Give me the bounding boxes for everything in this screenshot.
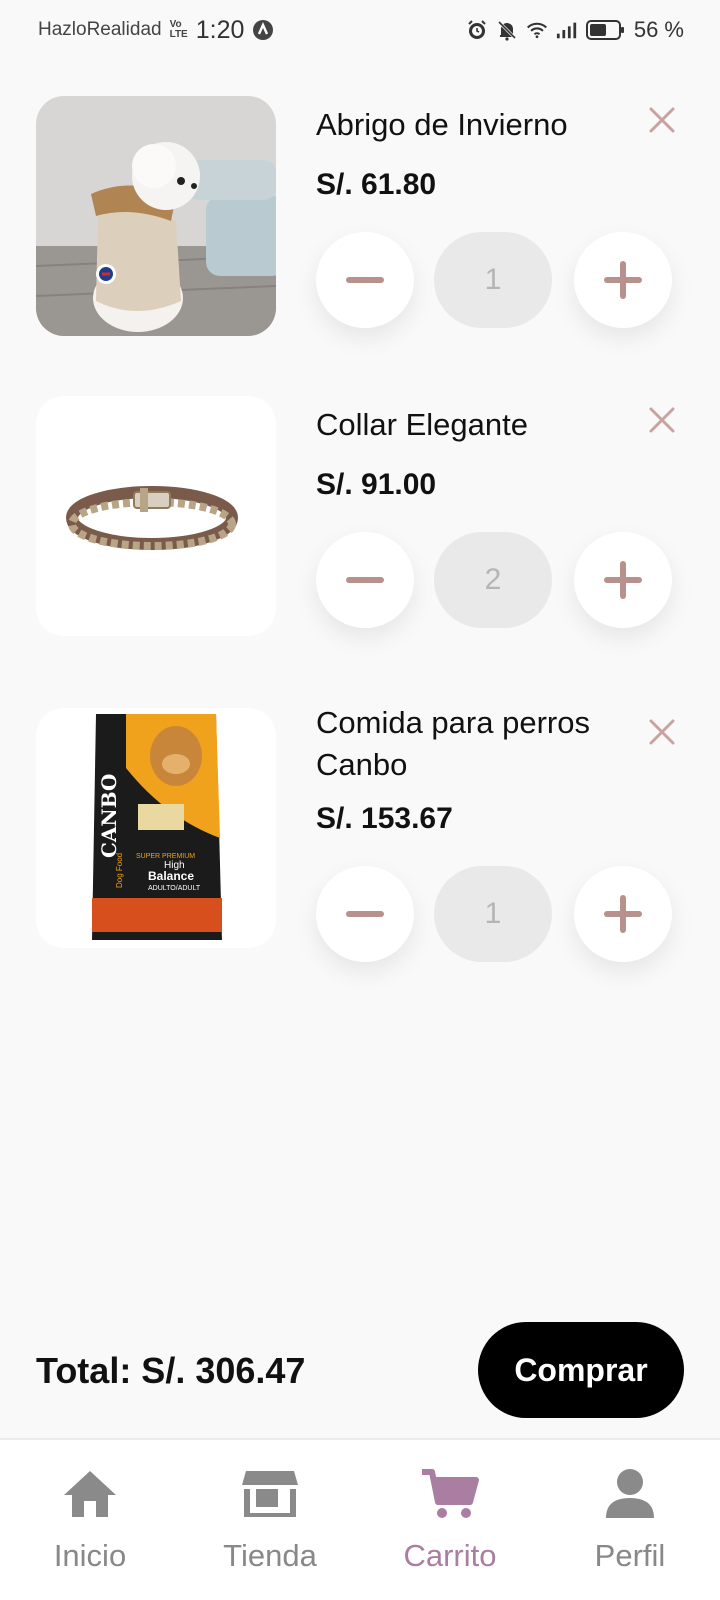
decrease-quantity-button[interactable] xyxy=(316,866,414,962)
cart-item: Collar Elegante S/. 91.00 2 xyxy=(36,396,684,636)
close-icon xyxy=(649,107,675,133)
nav-item-carrito[interactable]: Carrito xyxy=(360,1440,540,1600)
increase-quantity-button[interactable] xyxy=(574,232,672,328)
increase-quantity-button[interactable] xyxy=(574,532,672,628)
minus-icon xyxy=(346,911,384,917)
nav-label: Tienda xyxy=(223,1538,317,1573)
quantity-stepper: 2 xyxy=(316,532,676,628)
status-left: HazloRealidad Vo LTE 1:20 xyxy=(38,16,274,45)
cart-total: Total: S/. 306.47 xyxy=(36,1350,306,1391)
battery-percent: 56 % xyxy=(633,17,684,42)
plus-icon xyxy=(604,895,642,933)
status-bar: HazloRealidad Vo LTE 1:20 56 % xyxy=(0,0,720,60)
store-icon xyxy=(240,1466,300,1522)
package-line-3: Balance xyxy=(148,869,194,883)
nav-label: Perfil xyxy=(594,1538,666,1573)
nav-label: Inicio xyxy=(53,1538,127,1573)
volte-indicator: Vo LTE xyxy=(170,20,188,40)
product-price: S/. 91.00 xyxy=(316,468,437,501)
home-icon xyxy=(60,1466,120,1522)
product-name: Collar Elegante xyxy=(316,407,528,442)
product-image-collar xyxy=(36,396,276,636)
mute-icon xyxy=(496,19,518,41)
remove-item-button[interactable] xyxy=(642,400,682,440)
carrier-name: HazloRealidad xyxy=(38,19,162,40)
close-icon xyxy=(649,719,675,745)
quantity-stepper: 1 xyxy=(316,866,676,962)
nav-item-inicio[interactable]: Inicio xyxy=(0,1440,180,1600)
battery-icon xyxy=(585,19,626,41)
cart-item: Abrigo de Invierno S/. 61.80 1 xyxy=(36,96,684,336)
remove-item-button[interactable] xyxy=(642,712,682,752)
increase-quantity-button[interactable] xyxy=(574,866,672,962)
bottom-nav: Inicio Tienda Carrito Perfil xyxy=(0,1438,720,1600)
clock: 1:20 xyxy=(195,15,245,44)
plus-icon xyxy=(604,261,642,299)
decrease-quantity-button[interactable] xyxy=(316,532,414,628)
decrease-quantity-button[interactable] xyxy=(316,232,414,328)
quantity-value: 2 xyxy=(434,532,552,628)
product-price: S/. 61.80 xyxy=(316,168,437,201)
app-notification-icon xyxy=(252,19,274,41)
nav-item-perfil[interactable]: Perfil xyxy=(540,1440,720,1600)
cart-icon xyxy=(420,1466,480,1522)
package-side-text: Dog Food xyxy=(115,853,124,888)
status-right: 56 % xyxy=(466,17,684,43)
close-icon xyxy=(649,407,675,433)
user-icon xyxy=(600,1466,660,1522)
product-name: Abrigo de Invierno xyxy=(316,107,568,142)
product-image-coat xyxy=(36,96,276,336)
buy-button[interactable]: Comprar xyxy=(478,1322,684,1418)
remove-item-button[interactable] xyxy=(642,100,682,140)
product-name: Comida para perros Canbo xyxy=(316,705,590,782)
product-image-dog-food: CANBO SUPER PREMIUM High Balance ADULTO/… xyxy=(36,708,276,948)
signal-icon xyxy=(556,19,578,41)
nav-item-tienda[interactable]: Tienda xyxy=(180,1440,360,1600)
wifi-icon xyxy=(526,19,548,41)
quantity-value: 1 xyxy=(434,866,552,962)
package-line-4: ADULTO/ADULT xyxy=(148,885,201,892)
package-line-1: SUPER PREMIUM xyxy=(136,853,195,860)
package-brand: CANBO xyxy=(97,774,121,858)
quantity-value: 1 xyxy=(434,232,552,328)
minus-icon xyxy=(346,277,384,283)
product-price: S/. 153.67 xyxy=(316,802,453,835)
plus-icon xyxy=(604,561,642,599)
minus-icon xyxy=(346,577,384,583)
alarm-icon xyxy=(466,19,488,41)
nav-label: Carrito xyxy=(403,1538,497,1573)
quantity-stepper: 1 xyxy=(316,232,676,328)
volte-bottom: LTE xyxy=(169,29,188,40)
cart-item: CANBO SUPER PREMIUM High Balance ADULTO/… xyxy=(36,705,684,962)
